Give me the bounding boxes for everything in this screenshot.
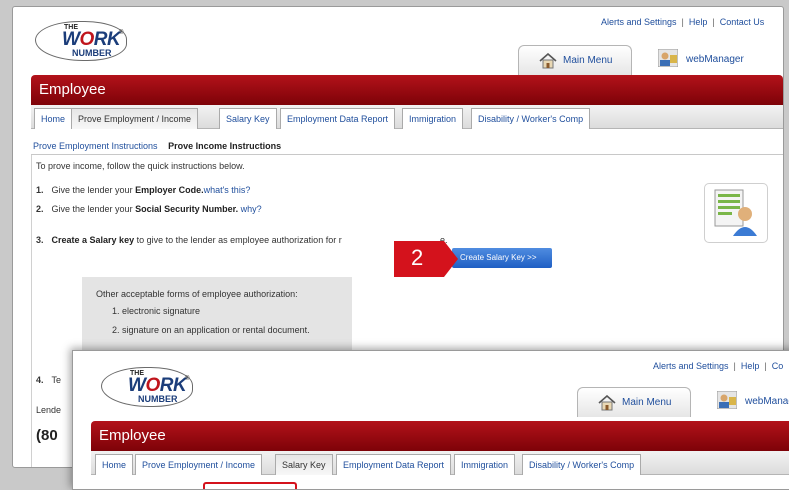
other-authorization-title: Other acceptable forms of employee autho… (96, 289, 298, 299)
tab-employment-data-report[interactable]: Employment Data Report (280, 108, 396, 129)
prove-income-instructions-current: Prove Income Instructions (168, 141, 282, 151)
tab-disability-workers-comp[interactable]: Disability / Worker's Comp (471, 108, 591, 129)
tab-salary-key[interactable]: Salary Key (219, 108, 277, 129)
section-title: Employee (39, 81, 106, 98)
tab-prove-employment-income[interactable]: Prove Employment / Income (71, 108, 199, 129)
section-header-front: Employee (91, 421, 789, 451)
the-work-number-logo-front[interactable]: THE WORK ® NUMBER (101, 367, 193, 407)
tab-employment-data-report-front[interactable]: Employment Data Report (336, 454, 452, 475)
step-1: 1. Give the lender your Employer Code.wha… (36, 185, 251, 195)
callout-step-badge: 2 (394, 241, 458, 277)
section-title-front: Employee (99, 427, 166, 444)
person-document-icon (704, 183, 768, 243)
section-header: Employee (31, 75, 783, 105)
webmanager-label: webManager (686, 54, 744, 65)
other-authorization-1: 1. electronic signature (112, 306, 201, 316)
callout-number: 2 (411, 245, 424, 270)
step-2: 2. Give the lender your Social Security N… (36, 204, 262, 214)
tab-bar-front: Home Prove Employment / Income Salary Ke… (91, 451, 789, 475)
house-icon (539, 53, 557, 69)
help-link[interactable]: Help (689, 17, 708, 27)
prove-employment-instructions-link[interactable]: Prove Employment Instructions (33, 141, 158, 151)
sub-navigation: Prove Employment Instructions Prove Inco… (31, 135, 783, 155)
tab-immigration-front[interactable]: Immigration (454, 454, 516, 475)
whats-this-link[interactable]: what's this? (204, 185, 251, 195)
phone-number: (80 (36, 427, 58, 444)
webmanager-tab-front[interactable]: webManage (717, 387, 789, 417)
top-links: Alerts and Settings | Help | Contact Us (601, 17, 765, 27)
house-icon (598, 395, 616, 411)
main-menu-label-front: Main Menu (622, 397, 672, 408)
tab-immigration[interactable]: Immigration (402, 108, 464, 129)
step-4: 4. Te (36, 375, 62, 385)
webmanager-icon (717, 391, 737, 409)
tab-home-front[interactable]: Home (95, 454, 134, 475)
lender-label: Lende (36, 405, 62, 415)
help-link-front[interactable]: Help (741, 361, 760, 371)
webmanager-tab[interactable]: webManager (658, 45, 768, 75)
step-3: 3. Create a Salary key to give to the len… (36, 235, 342, 245)
tab-prove-employment-income-front[interactable]: Prove Employment / Income (135, 454, 263, 475)
other-authorization-2: 2. signature on an application or rental… (112, 325, 310, 335)
tab-salary-key-front[interactable]: Salary Key (275, 454, 333, 475)
the-work-number-logo[interactable]: THE WORK ® NUMBER (35, 21, 127, 61)
why-link[interactable]: why? (238, 204, 262, 214)
alerts-settings-link-front[interactable]: Alerts and Settings (653, 361, 729, 371)
webmanager-label-front: webManage (745, 396, 789, 407)
tab-home[interactable]: Home (34, 108, 73, 129)
alerts-settings-link[interactable]: Alerts and Settings (601, 17, 677, 27)
main-menu-tab-front[interactable]: Main Menu (577, 387, 691, 417)
top-links-front: Alerts and Settings | Help | Co (653, 361, 784, 371)
contact-us-link[interactable]: Contact Us (720, 17, 765, 27)
callout-arrow-shape (394, 241, 458, 277)
main-menu-label: Main Menu (563, 55, 613, 66)
webmanager-icon (658, 49, 678, 67)
tab-bar: Home Prove Employment / Income Salary Ke… (31, 105, 783, 129)
other-authorization-box: Other acceptable forms of employee autho… (82, 277, 352, 357)
contact-us-link-front[interactable]: Co (772, 361, 784, 371)
intro-text: To prove income, follow the quick instru… (36, 161, 245, 171)
create-salary-key-button[interactable]: Create Salary Key >> (452, 248, 552, 268)
salary-key-window: Alerts and Settings | Help | Co THE WORK ® N… (72, 350, 789, 490)
main-menu-tab[interactable]: Main Menu (518, 45, 632, 75)
tab-disability-workers-comp-front[interactable]: Disability / Worker's Comp (522, 454, 642, 475)
salary-key-highlight-box (203, 482, 297, 489)
